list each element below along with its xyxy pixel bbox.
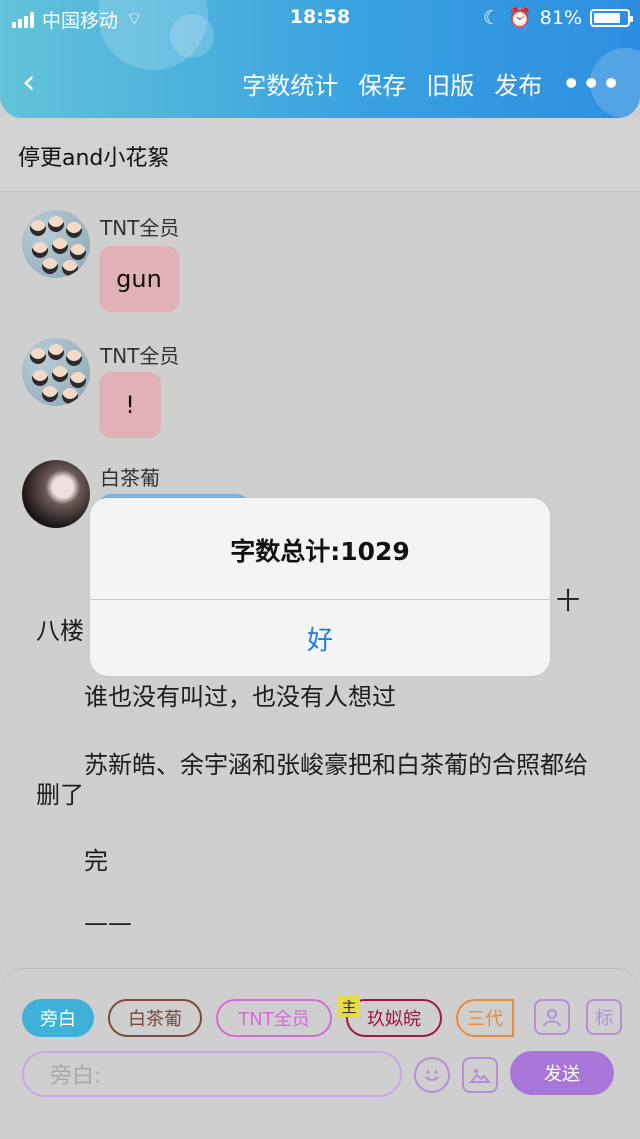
alert-message: 字数总计:1029 [230, 537, 410, 566]
modal-overlay: 字数总计:1029 好 [0, 0, 640, 1139]
alert-ok-button[interactable]: 好 [90, 600, 550, 676]
word-count-alert: 字数总计:1029 好 [90, 498, 550, 676]
